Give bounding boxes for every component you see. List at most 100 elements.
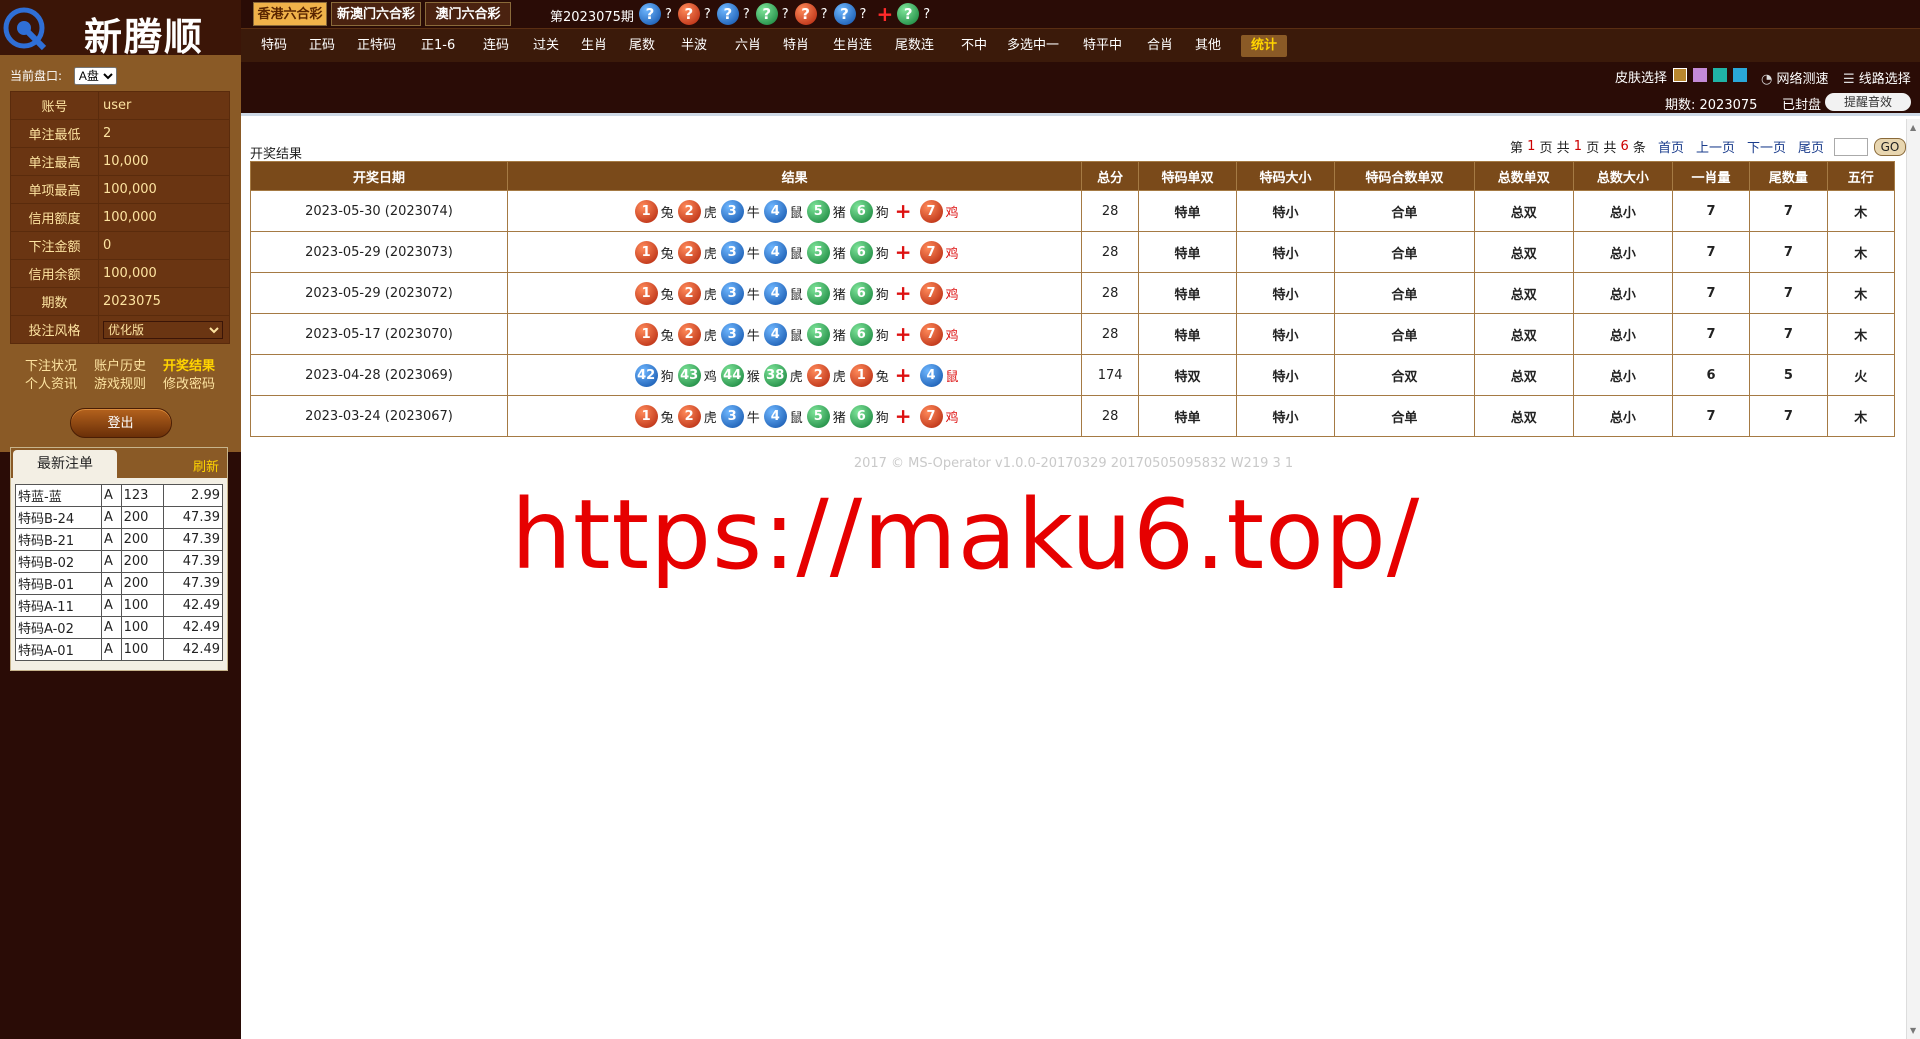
tab-latest-bets[interactable]: 最新注单: [13, 450, 117, 478]
info-label: 下注金额: [10, 231, 99, 260]
next-page-link[interactable]: 下一页: [1747, 137, 1786, 156]
network-test[interactable]: ◔ 网络测速: [1761, 68, 1829, 87]
nav-item[interactable]: 连码: [483, 35, 509, 57]
link-change-password[interactable]: 修改密码: [163, 376, 232, 394]
nav-item[interactable]: 生肖连: [833, 35, 872, 57]
five-elements: 木: [1826, 190, 1895, 232]
nav-item[interactable]: 正特码: [357, 35, 396, 57]
zodiac-label: 牛: [746, 205, 760, 221]
bet-odds: 42.49: [162, 638, 224, 661]
zodiac-count: 7: [1671, 190, 1751, 232]
bet-plate: A: [101, 594, 122, 617]
logo: 新腾顺: [0, 0, 241, 59]
special-sum-odd-even: 合单: [1334, 313, 1475, 355]
nav-item[interactable]: 生肖: [581, 35, 607, 57]
market-row: 当前盘口: A盘: [0, 65, 241, 87]
info-label: 信用余额: [10, 259, 99, 288]
bet-plate: A: [101, 616, 122, 639]
nav-item[interactable]: 其他: [1195, 35, 1221, 57]
info-row: 单注最高 10,000: [10, 147, 230, 176]
skin-swatch-purple[interactable]: [1693, 68, 1707, 82]
link-draw-results[interactable]: 开奖结果: [163, 358, 232, 376]
nav-item[interactable]: 特平中: [1083, 35, 1122, 57]
scrollbar[interactable]: ▲ ▼: [1906, 119, 1920, 1039]
nav-item[interactable]: 六肖: [735, 35, 761, 57]
first-page-link[interactable]: 首页: [1658, 137, 1684, 156]
pager-prefix: 第: [1509, 141, 1523, 156]
nav-item[interactable]: 统计: [1241, 35, 1288, 57]
go-button[interactable]: GO: [1874, 137, 1906, 156]
tab-hk-lottery[interactable]: 香港六合彩: [253, 2, 327, 26]
nav-item[interactable]: 特肖: [783, 35, 809, 57]
pending-ball: ?: [639, 3, 661, 25]
list-icon: ☰: [1843, 72, 1859, 87]
zodiac-label: 鼠: [789, 246, 803, 262]
route-select[interactable]: ☰ 线路选择: [1843, 68, 1911, 87]
current-period: 期数: 2023075: [1665, 98, 1758, 113]
pager-current: 1: [1527, 139, 1536, 154]
ball-list: 42 狗 43 鸡 44 猴 38 虎 2 虎 1 兔 +4 鼠: [508, 363, 1081, 387]
market-select[interactable]: A盘: [73, 67, 117, 85]
nav-item[interactable]: 正1-6: [421, 35, 455, 57]
link-game-rules[interactable]: 游戏规则: [94, 376, 163, 394]
page-number-input[interactable]: [1834, 137, 1868, 156]
skin-toolbar: 皮肤选择 ◔ 网络测速 ☰ 线路选择: [241, 62, 1920, 88]
total-odd-even: 总双: [1473, 354, 1574, 396]
bet-row: 特码A-01 A 100 42.49: [14, 638, 224, 661]
bet-style-select[interactable]: 优化版: [103, 320, 223, 339]
link-bet-status[interactable]: 下注状况: [25, 358, 94, 376]
special-odd-even: 特单: [1137, 313, 1238, 355]
zodiac-label: 兔: [660, 287, 674, 303]
nav-item[interactable]: 正码: [309, 35, 335, 57]
draw-result: 1 兔 2 虎 3 牛 4 鼠 5 猪 6 狗 +7 鸡: [506, 313, 1083, 355]
nav-item[interactable]: 尾数连: [895, 35, 934, 57]
skin-swatch-brown[interactable]: [1673, 68, 1687, 82]
scroll-up-icon[interactable]: ▲: [1910, 123, 1916, 132]
special-ball: 4: [919, 363, 943, 387]
skin-swatch-blue[interactable]: [1733, 68, 1747, 82]
link-personal-info[interactable]: 个人资讯: [25, 376, 94, 394]
column-header: 开奖日期: [250, 161, 508, 191]
tab-new-macau-lottery[interactable]: 新澳门六合彩: [331, 2, 421, 26]
nav-item[interactable]: 不中: [961, 35, 987, 57]
scroll-down-icon[interactable]: ▼: [1910, 1026, 1916, 1035]
tab-macau-lottery[interactable]: 澳门六合彩: [425, 2, 511, 26]
number-ball: 38: [763, 363, 787, 387]
nav-item[interactable]: 半波: [681, 35, 707, 57]
plus-icon: +: [894, 281, 912, 305]
bet-name: 特码B-02: [14, 550, 103, 573]
five-elements: 木: [1826, 231, 1895, 273]
nav-item[interactable]: 合肖: [1147, 35, 1173, 57]
logout-button[interactable]: 登出: [69, 408, 172, 438]
special-ball: 7: [919, 240, 943, 264]
bet-odds: 42.49: [162, 616, 224, 639]
nav-item[interactable]: 过关: [533, 35, 559, 57]
pager-suffix: 条: [1632, 141, 1646, 156]
nav-item[interactable]: 多选中一: [1007, 35, 1059, 57]
pending-ball: ?: [677, 3, 700, 25]
zodiac-label: 猪: [832, 410, 846, 426]
number-ball: 4: [763, 240, 787, 264]
total-odd-even: 总双: [1473, 395, 1574, 437]
bet-name: 特码A-11: [14, 594, 103, 617]
total-score: 28: [1081, 313, 1139, 355]
sound-alert-button[interactable]: 提醒音效: [1825, 93, 1911, 111]
total-score: 174: [1081, 354, 1139, 396]
bet-style-label: 投注风格: [10, 315, 99, 344]
latest-bets-panel: 最新注单 刷新 特蓝-蓝 A 123 2.99 特码B-24 A 200 47.39 特码B-2…: [10, 447, 228, 671]
last-page-link[interactable]: 尾页: [1798, 137, 1824, 156]
nav-item[interactable]: 尾数: [629, 35, 655, 57]
tail-count: 7: [1749, 231, 1828, 273]
special-big-small: 特小: [1236, 231, 1336, 273]
refresh-link[interactable]: 刷新: [193, 456, 219, 475]
skin-swatch-teal[interactable]: [1713, 68, 1727, 82]
result-row: 2023-04-28 (2023069) 42 狗 43 鸡 44 猴 38 虎 2 虎 1 兔 +4 鼠 1…: [250, 354, 1895, 396]
number-ball: 5: [806, 199, 830, 223]
nav-item[interactable]: 特码: [261, 35, 287, 57]
total-big-small: 总小: [1572, 313, 1673, 355]
closed-status: 已封盘: [1782, 98, 1822, 113]
bet-row: 特码A-11 A 100 42.49: [14, 594, 224, 617]
link-account-history[interactable]: 账户历史: [94, 358, 163, 376]
special-sum-odd-even: 合单: [1334, 395, 1475, 437]
prev-page-link[interactable]: 上一页: [1696, 137, 1735, 156]
